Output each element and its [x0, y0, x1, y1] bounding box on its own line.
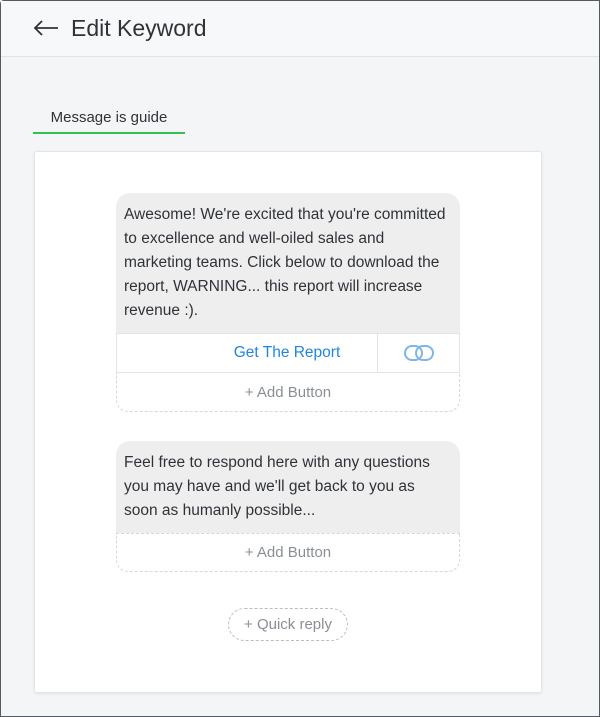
get-the-report-button[interactable]: Get The Report	[117, 334, 377, 372]
add-button-1[interactable]: + Add Button	[116, 373, 460, 412]
page-header: Edit Keyword	[1, 1, 599, 57]
message-text-2[interactable]: Feel free to respond here with any quest…	[116, 441, 460, 533]
tab-message-is-guide[interactable]: Message is guide	[33, 106, 185, 134]
page-title: Edit Keyword	[71, 15, 207, 41]
back-button[interactable]	[31, 13, 61, 43]
message-card: Awesome! We're excited that you're commi…	[34, 151, 542, 693]
link-button[interactable]	[377, 334, 459, 372]
message-text-1[interactable]: Awesome! We're excited that you're commi…	[116, 193, 460, 333]
message-button-row: Get The Report	[116, 333, 460, 373]
add-button-2[interactable]: + Add Button	[116, 533, 460, 572]
message-block-2: Feel free to respond here with any quest…	[116, 441, 460, 572]
message-block-1: Awesome! We're excited that you're commi…	[116, 193, 460, 412]
arrow-left-icon	[33, 20, 58, 36]
quick-reply-button[interactable]: + Quick reply	[228, 608, 348, 641]
link-icon	[403, 345, 434, 361]
